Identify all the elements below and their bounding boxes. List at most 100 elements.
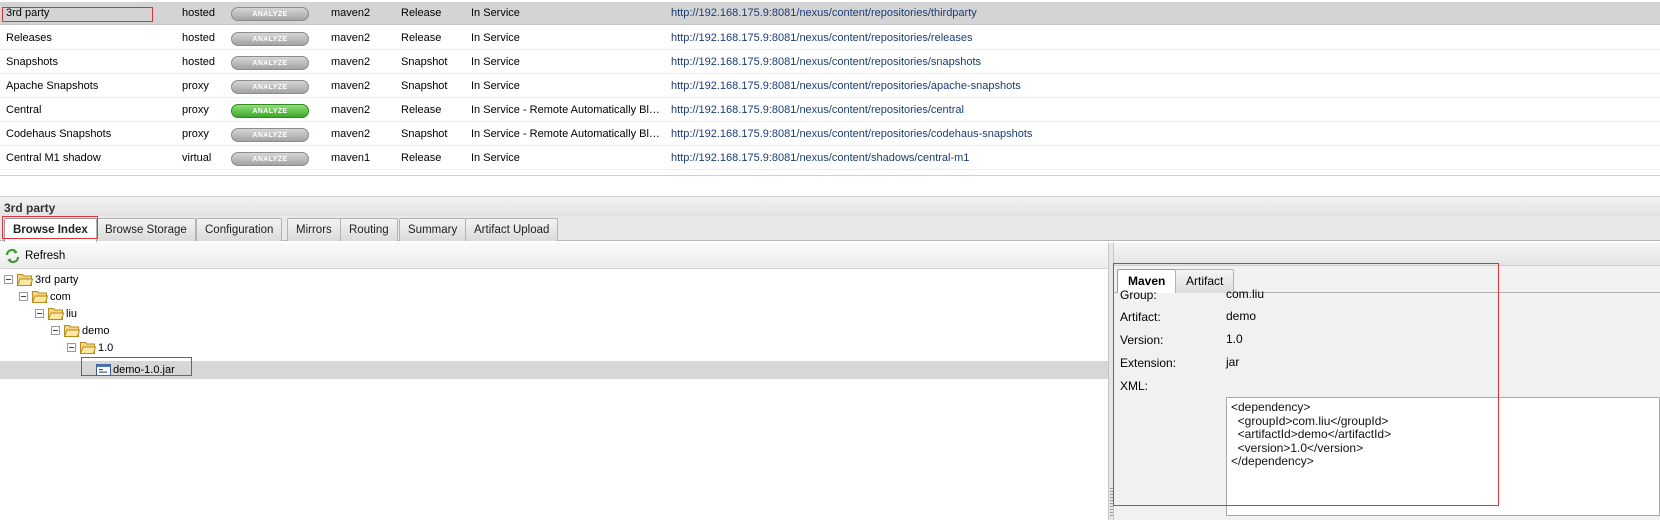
repo-url-link[interactable]: http://192.168.175.9:8081/nexus/content/… — [671, 27, 1371, 50]
tree-node-label: 1.0 — [98, 342, 114, 354]
refresh-button[interactable]: Refresh — [4, 247, 65, 265]
repo-status: In Service - Remote Automatically Blo... — [471, 128, 663, 140]
tab-summary[interactable]: Summary — [399, 218, 467, 241]
repo-format: maven2 — [331, 104, 371, 116]
artifact-label: Artifact: — [1120, 310, 1161, 324]
repo-policy: Release — [401, 32, 442, 44]
panel-title: 3rd party — [4, 201, 56, 215]
repo-policy: Snapshot — [401, 56, 448, 68]
repo-status: In Service — [471, 80, 520, 92]
analyze-button[interactable]: ANALYZE — [231, 152, 309, 166]
analyze-button[interactable]: ANALYZE — [231, 7, 309, 21]
repo-url-link[interactable]: http://192.168.175.9:8081/nexus/content/… — [671, 2, 1371, 25]
analyze-button[interactable]: ANALYZE — [231, 32, 309, 46]
folder-open-icon — [48, 308, 64, 320]
collapse-toggle-icon[interactable] — [35, 309, 44, 318]
analyze-button[interactable]: ANALYZE — [231, 80, 309, 94]
tab-artifact-upload[interactable]: Artifact Upload — [465, 218, 559, 241]
repo-name: Codehaus Snapshots — [6, 128, 112, 140]
collapse-toggle-icon[interactable] — [19, 292, 28, 301]
repository-grid: 3rd party hosted ANALYZE maven2 Release … — [0, 0, 1660, 176]
repo-type: proxy — [182, 80, 209, 92]
repo-url-link[interactable]: http://192.168.175.9:8081/nexus/content/… — [671, 99, 1371, 122]
repo-status: In Service — [471, 152, 520, 164]
tree-node-label: liu — [66, 308, 78, 320]
repo-url-link[interactable]: http://192.168.175.9:8081/nexus/content/… — [671, 51, 1371, 74]
tab-routing[interactable]: Routing — [340, 218, 398, 241]
collapse-toggle-icon[interactable] — [67, 343, 76, 352]
tab-browse-index[interactable]: Browse Index — [4, 218, 97, 242]
artifact-value: demo — [1226, 309, 1257, 323]
repository-row[interactable]: Central proxy ANALYZE maven2 Release In … — [0, 99, 1660, 122]
artifact-detail-panel: Maven Artifact Group: com.liu Artifact: … — [1114, 243, 1660, 520]
repository-row[interactable]: Codehaus Snapshots proxy ANALYZE maven2 … — [0, 123, 1660, 146]
repo-type: proxy — [182, 128, 209, 140]
repo-url-link[interactable]: http://192.168.175.9:8081/nexus/content/… — [671, 75, 1371, 98]
version-label: Version: — [1120, 333, 1164, 347]
xml-textarea[interactable]: <dependency> <groupId>com.liu</groupId> … — [1226, 397, 1660, 516]
highlight-box — [2, 7, 153, 22]
repo-format: maven2 — [331, 7, 371, 19]
group-label: Group: — [1120, 288, 1157, 302]
refresh-label: Refresh — [25, 250, 66, 262]
xml-label: XML: — [1120, 379, 1149, 393]
tab-configuration[interactable]: Configuration — [196, 218, 283, 241]
extension-value: jar — [1226, 355, 1240, 369]
detail-tab-strip: Maven Artifact — [1114, 266, 1660, 293]
repository-row[interactable]: Apache Snapshots proxy ANALYZE maven2 Sn… — [0, 75, 1660, 98]
repo-format: maven1 — [331, 152, 371, 164]
repo-policy: Release — [401, 152, 442, 164]
repo-status: In Service — [471, 32, 520, 44]
panel-header: 3rd party — [0, 196, 1660, 216]
tree-node-label: demo — [82, 325, 110, 337]
tree-toolbar: Refresh — [0, 243, 1108, 269]
repo-type: hosted — [182, 32, 216, 44]
extension-label: Extension: — [1120, 356, 1177, 370]
repo-type: virtual — [182, 152, 212, 164]
repo-status: In Service — [471, 56, 520, 68]
repo-name: Central M1 shadow — [6, 152, 101, 164]
repository-row[interactable]: Releases hosted ANALYZE maven2 Release I… — [0, 27, 1660, 50]
repo-format: maven2 — [331, 56, 371, 68]
repo-url-link[interactable]: http://192.168.175.9:8081/nexus/content/… — [671, 147, 1371, 170]
repo-format: maven2 — [331, 80, 371, 92]
repo-status: In Service — [471, 7, 520, 19]
folder-open-icon — [17, 274, 33, 286]
repo-name: Releases — [6, 32, 52, 44]
detail-header — [1114, 243, 1660, 266]
analyze-button[interactable]: ANALYZE — [231, 56, 309, 70]
refresh-icon — [5, 248, 20, 264]
folder-open-icon — [32, 291, 48, 303]
repo-type: hosted — [182, 56, 216, 68]
repo-policy: Release — [401, 104, 442, 116]
version-value: 1.0 — [1226, 332, 1243, 346]
repo-url-link[interactable]: http://192.168.175.9:8081/nexus/content/… — [671, 123, 1371, 146]
folder-open-icon — [64, 325, 80, 337]
repo-policy: Snapshot — [401, 80, 448, 92]
jar-file-icon — [96, 364, 111, 376]
collapse-toggle-icon[interactable] — [4, 275, 13, 284]
tab-browse-storage[interactable]: Browse Storage — [96, 218, 196, 241]
collapse-toggle-icon[interactable] — [51, 326, 60, 335]
repo-format: maven2 — [331, 128, 371, 140]
repo-type: hosted — [182, 7, 216, 19]
analyze-button[interactable]: ANALYZE — [231, 104, 309, 118]
tree-node-label: demo-1.0.jar — [113, 364, 175, 376]
repository-row[interactable]: Central M1 shadow virtual ANALYZE maven1… — [0, 147, 1660, 170]
analyze-button[interactable]: ANALYZE — [231, 128, 309, 142]
index-tree: 3rd party com liu demo 1.0 demo-1.0.jar — [0, 270, 1108, 520]
repository-row[interactable]: 3rd party hosted ANALYZE maven2 Release … — [0, 2, 1660, 25]
repo-name: Snapshots — [6, 56, 58, 68]
repo-type: proxy — [182, 104, 209, 116]
repo-policy: Release — [401, 7, 442, 19]
repo-format: maven2 — [331, 32, 371, 44]
tree-node-label: com — [50, 291, 71, 303]
tab-mirrors[interactable]: Mirrors — [287, 218, 341, 241]
repo-policy: Snapshot — [401, 128, 448, 140]
group-value: com.liu — [1226, 287, 1265, 301]
tree-node-label: 3rd party — [35, 274, 79, 286]
repository-row[interactable]: Snapshots hosted ANALYZE maven2 Snapshot… — [0, 51, 1660, 74]
repo-name: Apache Snapshots — [6, 80, 99, 92]
splitter-grip[interactable] — [1110, 488, 1113, 518]
repo-status: In Service - Remote Automatically Blo... — [471, 104, 663, 116]
